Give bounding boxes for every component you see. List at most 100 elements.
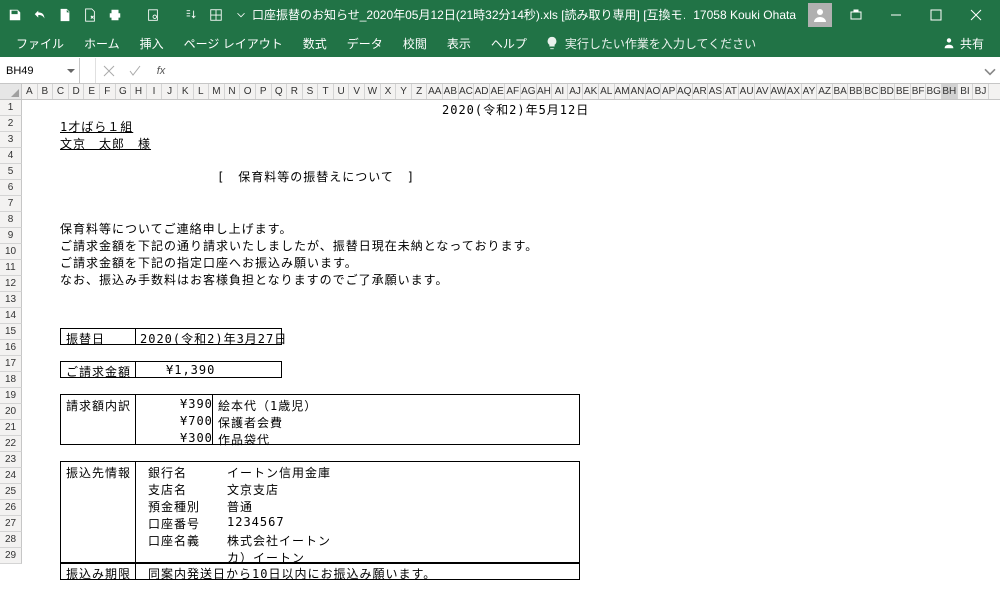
row-header[interactable]: 20: [0, 404, 22, 420]
print-preview-icon[interactable]: [142, 4, 164, 26]
row-header[interactable]: 9: [0, 228, 22, 244]
col-header[interactable]: D: [69, 84, 85, 99]
col-header[interactable]: AQ: [677, 84, 693, 99]
close-icon[interactable]: [956, 1, 996, 29]
col-header[interactable]: BJ: [973, 84, 989, 99]
row-header[interactable]: 21: [0, 420, 22, 436]
col-header[interactable]: L: [194, 84, 210, 99]
row-header[interactable]: 25: [0, 484, 22, 500]
col-header[interactable]: BD: [880, 84, 896, 99]
col-header[interactable]: AT: [724, 84, 740, 99]
row-header[interactable]: 12: [0, 276, 22, 292]
ribbon-tab-ページ レイアウト[interactable]: ページ レイアウト: [174, 29, 293, 58]
col-header[interactable]: AB: [443, 84, 459, 99]
col-header[interactable]: AG: [521, 84, 537, 99]
col-header[interactable]: I: [147, 84, 163, 99]
row-header[interactable]: 15: [0, 324, 22, 340]
row-header[interactable]: 29: [0, 548, 22, 564]
col-header[interactable]: AX: [786, 84, 802, 99]
col-header[interactable]: X: [381, 84, 397, 99]
col-header[interactable]: P: [256, 84, 272, 99]
col-header[interactable]: BE: [895, 84, 911, 99]
col-header[interactable]: O: [240, 84, 256, 99]
select-all-corner[interactable]: [0, 84, 22, 99]
col-header[interactable]: Y: [396, 84, 412, 99]
col-header[interactable]: BI: [958, 84, 974, 99]
col-header[interactable]: AD: [474, 84, 490, 99]
row-header[interactable]: 8: [0, 212, 22, 228]
row-header[interactable]: 23: [0, 452, 22, 468]
col-header[interactable]: F: [100, 84, 116, 99]
col-header[interactable]: AF: [505, 84, 521, 99]
row-header[interactable]: 1: [0, 100, 22, 116]
row-header[interactable]: 2: [0, 116, 22, 132]
col-header[interactable]: AR: [693, 84, 709, 99]
col-header[interactable]: AZ: [817, 84, 833, 99]
row-header[interactable]: 7: [0, 196, 22, 212]
ribbon-tab-数式[interactable]: 数式: [293, 29, 337, 58]
col-header[interactable]: AO: [646, 84, 662, 99]
col-header[interactable]: BA: [833, 84, 849, 99]
col-header[interactable]: N: [225, 84, 241, 99]
col-header[interactable]: B: [38, 84, 54, 99]
col-header[interactable]: AJ: [568, 84, 584, 99]
name-box[interactable]: BH49: [0, 58, 80, 83]
col-header[interactable]: AW: [771, 84, 787, 99]
open-icon[interactable]: [79, 4, 101, 26]
col-header[interactable]: AM: [615, 84, 631, 99]
col-header[interactable]: J: [162, 84, 178, 99]
col-header[interactable]: A: [22, 84, 38, 99]
row-header[interactable]: 28: [0, 532, 22, 548]
tell-me[interactable]: 実行したい作業を入力してください: [545, 35, 756, 52]
col-header[interactable]: AI: [552, 84, 568, 99]
col-header[interactable]: V: [349, 84, 365, 99]
col-header[interactable]: Q: [272, 84, 288, 99]
row-header[interactable]: 19: [0, 388, 22, 404]
row-header[interactable]: 27: [0, 516, 22, 532]
ribbon-tab-校閲[interactable]: 校閲: [393, 29, 437, 58]
row-header[interactable]: 11: [0, 260, 22, 276]
col-header[interactable]: AK: [583, 84, 599, 99]
quick-print-icon[interactable]: [104, 4, 126, 26]
row-header[interactable]: 26: [0, 500, 22, 516]
row-header[interactable]: 13: [0, 292, 22, 308]
row-header[interactable]: 10: [0, 244, 22, 260]
row-header[interactable]: 17: [0, 356, 22, 372]
col-header[interactable]: AE: [490, 84, 506, 99]
col-header[interactable]: AP: [661, 84, 677, 99]
col-header[interactable]: BH: [942, 84, 958, 99]
cancel-icon[interactable]: [96, 58, 122, 83]
row-header[interactable]: 18: [0, 372, 22, 388]
qat-customize-icon[interactable]: [230, 4, 252, 26]
col-header[interactable]: AS: [708, 84, 724, 99]
col-header[interactable]: W: [365, 84, 381, 99]
col-header[interactable]: BB: [848, 84, 864, 99]
ribbon-tab-ファイル[interactable]: ファイル: [6, 29, 74, 58]
ribbon-tab-挿入[interactable]: 挿入: [130, 29, 174, 58]
col-header[interactable]: AL: [599, 84, 615, 99]
col-header[interactable]: AV: [755, 84, 771, 99]
col-header[interactable]: U: [334, 84, 350, 99]
col-header[interactable]: AH: [537, 84, 553, 99]
ribbon-tab-ホーム[interactable]: ホーム: [74, 29, 130, 58]
col-header[interactable]: AU: [739, 84, 755, 99]
col-header[interactable]: AC: [459, 84, 475, 99]
sheet-content[interactable]: 2020(令和2)年5月12日 1才ばら１組 文京 太郎 様 [ 保育料等の振替…: [22, 100, 1000, 600]
col-header[interactable]: C: [53, 84, 69, 99]
col-header[interactable]: AA: [427, 84, 443, 99]
ribbon-tab-ヘルプ[interactable]: ヘルプ: [481, 29, 537, 58]
ribbon-tab-表示[interactable]: 表示: [437, 29, 481, 58]
row-header[interactable]: 22: [0, 436, 22, 452]
share-button[interactable]: 共有: [932, 35, 994, 52]
row-header[interactable]: 14: [0, 308, 22, 324]
row-header[interactable]: 5: [0, 164, 22, 180]
ribbon-tab-データ[interactable]: データ: [337, 29, 393, 58]
minimize-icon[interactable]: [876, 1, 916, 29]
col-header[interactable]: AN: [630, 84, 646, 99]
new-icon[interactable]: [54, 4, 76, 26]
ribbon-options-icon[interactable]: [836, 1, 876, 29]
user-avatar-icon[interactable]: [808, 3, 832, 27]
col-header[interactable]: G: [116, 84, 132, 99]
col-header[interactable]: T: [318, 84, 334, 99]
row-header[interactable]: 16: [0, 340, 22, 356]
